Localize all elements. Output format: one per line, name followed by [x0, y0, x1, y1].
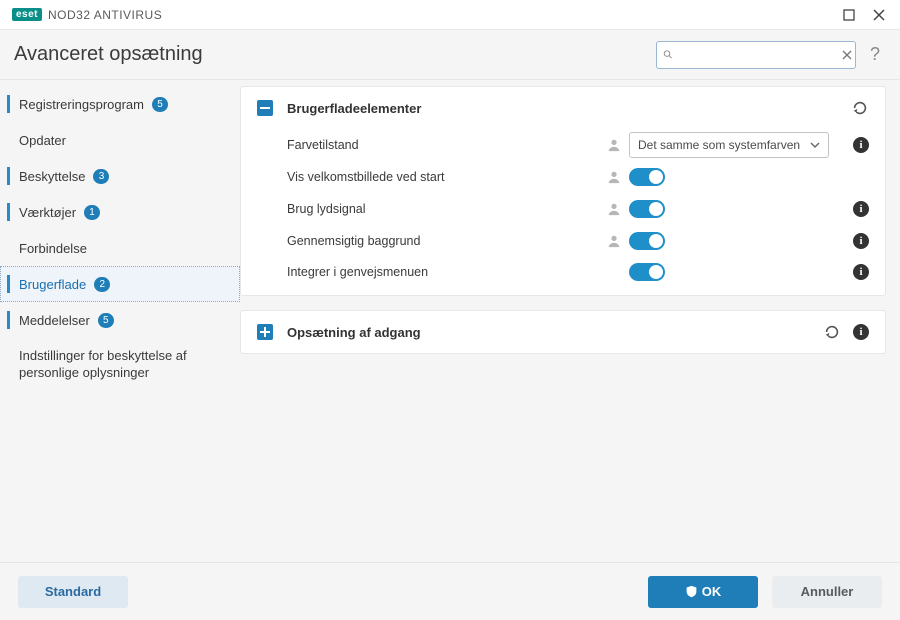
cancel-button[interactable]: Annuller: [772, 576, 882, 608]
sidebar-item-brugerflade[interactable]: Brugerflade 2: [0, 266, 240, 302]
search-icon: [663, 48, 673, 61]
panel-title: Brugerfladeelementer: [287, 101, 421, 116]
sidebar-item-beskyttelse[interactable]: Beskyttelse 3: [0, 158, 240, 194]
sidebar-badge: 5: [98, 313, 114, 328]
sidebar-item-meddelelser[interactable]: Meddelelser 5: [0, 302, 240, 338]
sidebar-item-opdater[interactable]: Opdater: [0, 122, 240, 158]
plus-icon: [260, 327, 270, 337]
user-icon: [607, 170, 621, 184]
sidebar-item-label: Opdater: [19, 133, 66, 148]
color-mode-select[interactable]: Det samme som systemfarven: [629, 132, 829, 158]
sidebar-item-vaerktoejer[interactable]: Værktøjer 1: [0, 194, 240, 230]
sidebar: Registreringsprogram 5 Opdater Beskyttel…: [0, 80, 240, 562]
sidebar-badge: 3: [93, 169, 109, 184]
setting-label: Vis velkomstbillede ved start: [287, 170, 607, 184]
panel-header: Brugerfladeelementer: [241, 87, 885, 129]
sidebar-item-label: Forbindelse: [19, 241, 87, 256]
help-button[interactable]: ?: [864, 44, 886, 65]
user-icon: [607, 202, 621, 216]
setting-label: Brug lydsignal: [287, 202, 607, 216]
content-area: Brugerfladeelementer Farvetilstand Det s…: [240, 80, 900, 562]
titlebar: eset NOD32 ANTIVIRUS: [0, 0, 900, 30]
user-icon: [607, 138, 621, 152]
sidebar-item-label: Beskyttelse: [19, 169, 85, 184]
x-icon: [842, 50, 852, 60]
sidebar-badge: 5: [152, 97, 168, 112]
user-icon: [607, 234, 621, 248]
info-button[interactable]: i: [853, 233, 869, 249]
revert-icon[interactable]: [851, 99, 869, 117]
revert-icon[interactable]: [823, 323, 841, 341]
search-input[interactable]: [673, 48, 840, 62]
sidebar-item-label: Registreringsprogram: [19, 97, 144, 112]
panel-ui-elements: Brugerfladeelementer Farvetilstand Det s…: [240, 86, 886, 296]
product-name: NOD32 ANTIVIRUS: [48, 8, 162, 22]
sound-toggle[interactable]: [629, 200, 665, 218]
default-button[interactable]: Standard: [18, 576, 128, 608]
sidebar-item-label: Brugerflade: [19, 277, 86, 292]
info-button[interactable]: i: [853, 137, 869, 153]
sidebar-item-label: Indstillinger for beskyttelse af personl…: [19, 348, 227, 382]
minus-icon: [260, 107, 270, 109]
panel-access: Opsætning af adgang i: [240, 310, 886, 354]
maximize-icon: [843, 9, 855, 21]
shield-icon: [685, 585, 698, 598]
transparent-toggle[interactable]: [629, 232, 665, 250]
splash-toggle[interactable]: [629, 168, 665, 186]
ok-button[interactable]: OK: [648, 576, 758, 608]
search-clear-button[interactable]: [840, 50, 855, 60]
panel-title: Opsætning af adgang: [287, 325, 421, 340]
brand-logo: eset: [12, 8, 42, 21]
page-title: Avanceret opsætning: [14, 43, 203, 66]
sidebar-badge: 1: [84, 205, 100, 220]
search-field[interactable]: [656, 41, 856, 69]
select-value: Det samme som systemfarven: [638, 138, 800, 152]
footer: Standard OK Annuller: [0, 562, 900, 620]
contextmenu-toggle[interactable]: [629, 263, 665, 281]
topbar: Avanceret opsætning ?: [0, 30, 900, 80]
setting-label: Farvetilstand: [287, 138, 607, 152]
sidebar-badge: 2: [94, 277, 110, 292]
info-button[interactable]: i: [853, 264, 869, 280]
row-transparent: Gennemsigtig baggrund i: [241, 225, 885, 257]
sidebar-item-label: Meddelelser: [19, 313, 90, 328]
collapse-button[interactable]: [257, 100, 273, 116]
window-maximize-button[interactable]: [834, 2, 864, 28]
info-button[interactable]: i: [853, 324, 869, 340]
close-icon: [873, 9, 885, 21]
row-sound: Brug lydsignal i: [241, 193, 885, 225]
row-context-menu: Integrer i genvejsmenuen i: [241, 257, 885, 295]
window-close-button[interactable]: [864, 2, 894, 28]
ok-label: OK: [702, 584, 722, 599]
sidebar-item-registreringsprogram[interactable]: Registreringsprogram 5: [0, 86, 240, 122]
chevron-down-icon: [810, 140, 820, 150]
info-button[interactable]: i: [853, 201, 869, 217]
sidebar-item-label: Værktøjer: [19, 205, 76, 220]
row-color-mode: Farvetilstand Det samme som systemfarven…: [241, 129, 885, 161]
sidebar-item-privacy[interactable]: Indstillinger for beskyttelse af personl…: [0, 338, 240, 392]
row-splash: Vis velkomstbillede ved start: [241, 161, 885, 193]
setting-label: Gennemsigtig baggrund: [287, 234, 607, 248]
panel-header: Opsætning af adgang i: [241, 311, 885, 353]
setting-label: Integrer i genvejsmenuen: [287, 265, 607, 279]
expand-button[interactable]: [257, 324, 273, 340]
sidebar-item-forbindelse[interactable]: Forbindelse: [0, 230, 240, 266]
